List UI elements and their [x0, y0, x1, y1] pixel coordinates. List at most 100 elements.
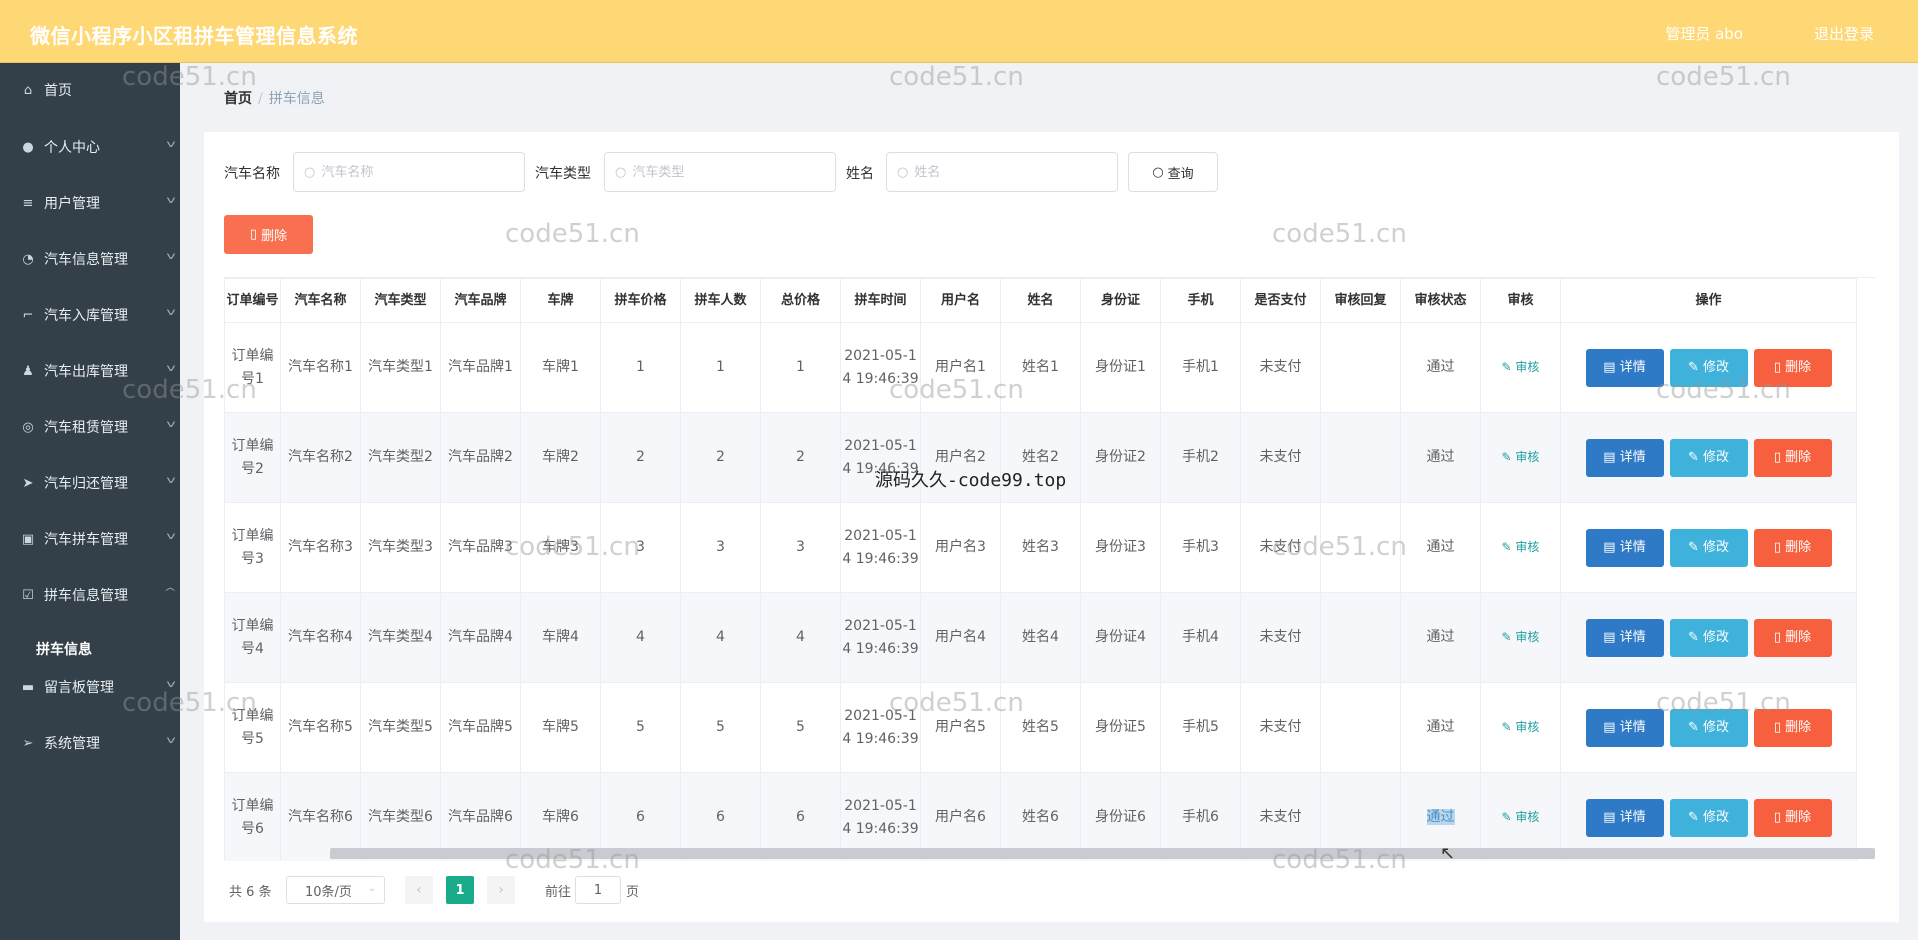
goto-page-input[interactable]	[575, 876, 621, 904]
edit-button[interactable]: ✎ 修改	[1669, 348, 1748, 387]
delete-button[interactable]: ▯ 删除	[1753, 708, 1832, 747]
cell-brand: 汽车品牌2	[440, 412, 521, 503]
audit-link[interactable]: ✎ 审核	[1502, 810, 1540, 824]
edit-button[interactable]: ✎ 修改	[1669, 618, 1748, 657]
cell-text: 2021-05-14 19:46:39	[842, 797, 919, 837]
detail-button[interactable]: ▤ 详情	[1585, 618, 1664, 657]
cell-paid: 未支付	[1240, 322, 1321, 413]
cell-text: 手机3	[1182, 539, 1219, 555]
edit-button[interactable]: ✎ 修改	[1669, 798, 1748, 837]
edit-icon: ✎	[1687, 629, 1703, 645]
cell-text: 3	[636, 539, 645, 555]
trash-icon: ▯	[1773, 449, 1786, 465]
edit-pen-icon: ✎	[1501, 630, 1516, 644]
sidebar-item[interactable]: ⌐ 汽车入库管理 v	[0, 295, 180, 335]
audit-link[interactable]: ✎ 审核	[1502, 360, 1540, 374]
cell-order: 订单编号1	[224, 322, 281, 413]
sidebar-item[interactable]: ▬ 留言板管理 v	[0, 667, 180, 707]
edit-button[interactable]: ✎ 修改	[1669, 708, 1748, 747]
cell-text: 汽车品牌2	[448, 449, 513, 465]
delete-button[interactable]: ▯ 删除	[1753, 438, 1832, 477]
sidebar-item[interactable]: ≡ 用户管理 v	[0, 183, 180, 223]
prev-page-button[interactable]: ‹	[405, 876, 433, 904]
column-header: 审核回复	[1320, 278, 1401, 323]
name-label: 姓名	[846, 166, 874, 182]
edit-button[interactable]: ✎ 修改	[1669, 438, 1748, 477]
current-page-button[interactable]: 1	[446, 876, 474, 904]
detail-button[interactable]: ▤ 详情	[1585, 348, 1664, 387]
cell-price: 3	[600, 502, 681, 593]
sidebar-item[interactable]: ➢ 系统管理 v	[0, 723, 180, 763]
chevron-down-icon: v	[166, 307, 176, 318]
cell-text: 身份证6	[1095, 809, 1146, 825]
sidebar-item[interactable]: ⌂ 首页	[0, 70, 180, 110]
delete-button[interactable]: ▯ 删除	[1753, 528, 1832, 567]
watermark: code51.cn	[889, 62, 1024, 92]
cell-text: 通过	[1426, 629, 1455, 645]
delete-button[interactable]: ▯ 删除	[1753, 798, 1832, 837]
cell-text: 用户名2	[935, 449, 986, 465]
delete-button[interactable]: ▯ 删除	[1753, 618, 1832, 657]
chevron-down-icon: v	[166, 195, 176, 206]
column-header: 姓名	[1000, 278, 1081, 323]
car-name-field[interactable]: ○	[293, 152, 525, 192]
cell-text: 未支付	[1259, 809, 1302, 825]
audit-link[interactable]: ✎ 审核	[1502, 720, 1540, 734]
cell-text: 车牌3	[542, 539, 579, 555]
clipboard-icon: ▣	[21, 531, 35, 547]
name-input[interactable]	[914, 164, 1095, 180]
audit-link[interactable]: ✎ 审核	[1502, 630, 1540, 644]
sidebar-item[interactable]: ☑ 拼车信息管理 ^	[0, 575, 180, 615]
cell-brand: 汽车品牌5	[440, 682, 521, 773]
document-icon: ▤	[1603, 449, 1620, 465]
top-header: 微信小程序小区租拼车管理信息系统 管理员 abo 退出登录	[0, 0, 1918, 63]
delete-button[interactable]: ▯ 删除	[1753, 348, 1832, 387]
car-name-input[interactable]	[321, 164, 502, 180]
cell-price: 4	[600, 592, 681, 683]
cell-text: 1	[796, 359, 805, 375]
detail-button[interactable]: ▤ 详情	[1585, 438, 1664, 477]
page-size-select[interactable]: 10条/页 ⌄	[286, 876, 385, 904]
search-icon: ○	[897, 164, 909, 180]
cell-text: 4	[796, 629, 805, 645]
edit-button-label: 修改	[1703, 449, 1730, 465]
cell-plate: 车牌4	[520, 592, 601, 683]
sidebar-item[interactable]: ● 个人中心 v	[0, 127, 180, 167]
sidebar-item[interactable]: ◔ 汽车信息管理 v	[0, 239, 180, 279]
cell-text: 订单编号3	[231, 527, 274, 567]
name-field[interactable]: ○	[886, 152, 1118, 192]
sidebar-submenu-item[interactable]: 拼车信息	[0, 629, 180, 669]
edit-button[interactable]: ✎ 修改	[1669, 528, 1748, 567]
horizontal-scrollbar[interactable]	[330, 848, 1875, 859]
audit-link[interactable]: ✎ 审核	[1502, 540, 1540, 554]
cell-text: 手机4	[1182, 629, 1219, 645]
batch-delete-button[interactable]: ▯ 删除	[224, 215, 313, 254]
cell-paid: 未支付	[1240, 502, 1321, 593]
cell-text: 2021-05-14 19:46:39	[842, 347, 919, 387]
sidebar-item[interactable]: ♟ 汽车出库管理 v	[0, 351, 180, 391]
sidebar-item[interactable]: ▣ 汽车拼车管理 v	[0, 519, 180, 559]
detail-button[interactable]: ▤ 详情	[1585, 528, 1664, 567]
cell-reply	[1320, 322, 1401, 413]
audit-link[interactable]: ✎ 审核	[1502, 450, 1540, 464]
car-type-input[interactable]	[632, 164, 813, 180]
logout-link[interactable]: 退出登录	[1814, 23, 1874, 44]
goto-prefix: 前往	[545, 884, 572, 900]
cell-text: 3	[796, 539, 805, 555]
breadcrumb-home[interactable]: 首页	[224, 91, 252, 107]
cell-paid: 未支付	[1240, 592, 1321, 683]
detail-button[interactable]: ▤ 详情	[1585, 798, 1664, 837]
column-header: 用户名	[920, 278, 1001, 323]
cell-car-type: 汽车类型2	[360, 412, 441, 503]
sidebar-item[interactable]: ◎ 汽车租赁管理 v	[0, 407, 180, 447]
cell-order: 订单编号2	[224, 412, 281, 503]
next-page-button[interactable]: ›	[487, 876, 515, 904]
cell-text: 汽车品牌1	[448, 359, 513, 375]
cell-text: 身份证4	[1095, 629, 1146, 645]
query-button[interactable]: ○ 查询	[1128, 152, 1218, 192]
detail-button[interactable]: ▤ 详情	[1585, 708, 1664, 747]
table-row: 订单编号3 汽车名称3 汽车类型3 汽车品牌3 车牌3 3 3 3 2021-05-14 19:…	[224, 502, 1857, 593]
sidebar-item[interactable]: ➤ 汽车归还管理 v	[0, 463, 180, 503]
car-type-field[interactable]: ○	[604, 152, 836, 192]
chevron-down-icon: v	[166, 419, 176, 430]
